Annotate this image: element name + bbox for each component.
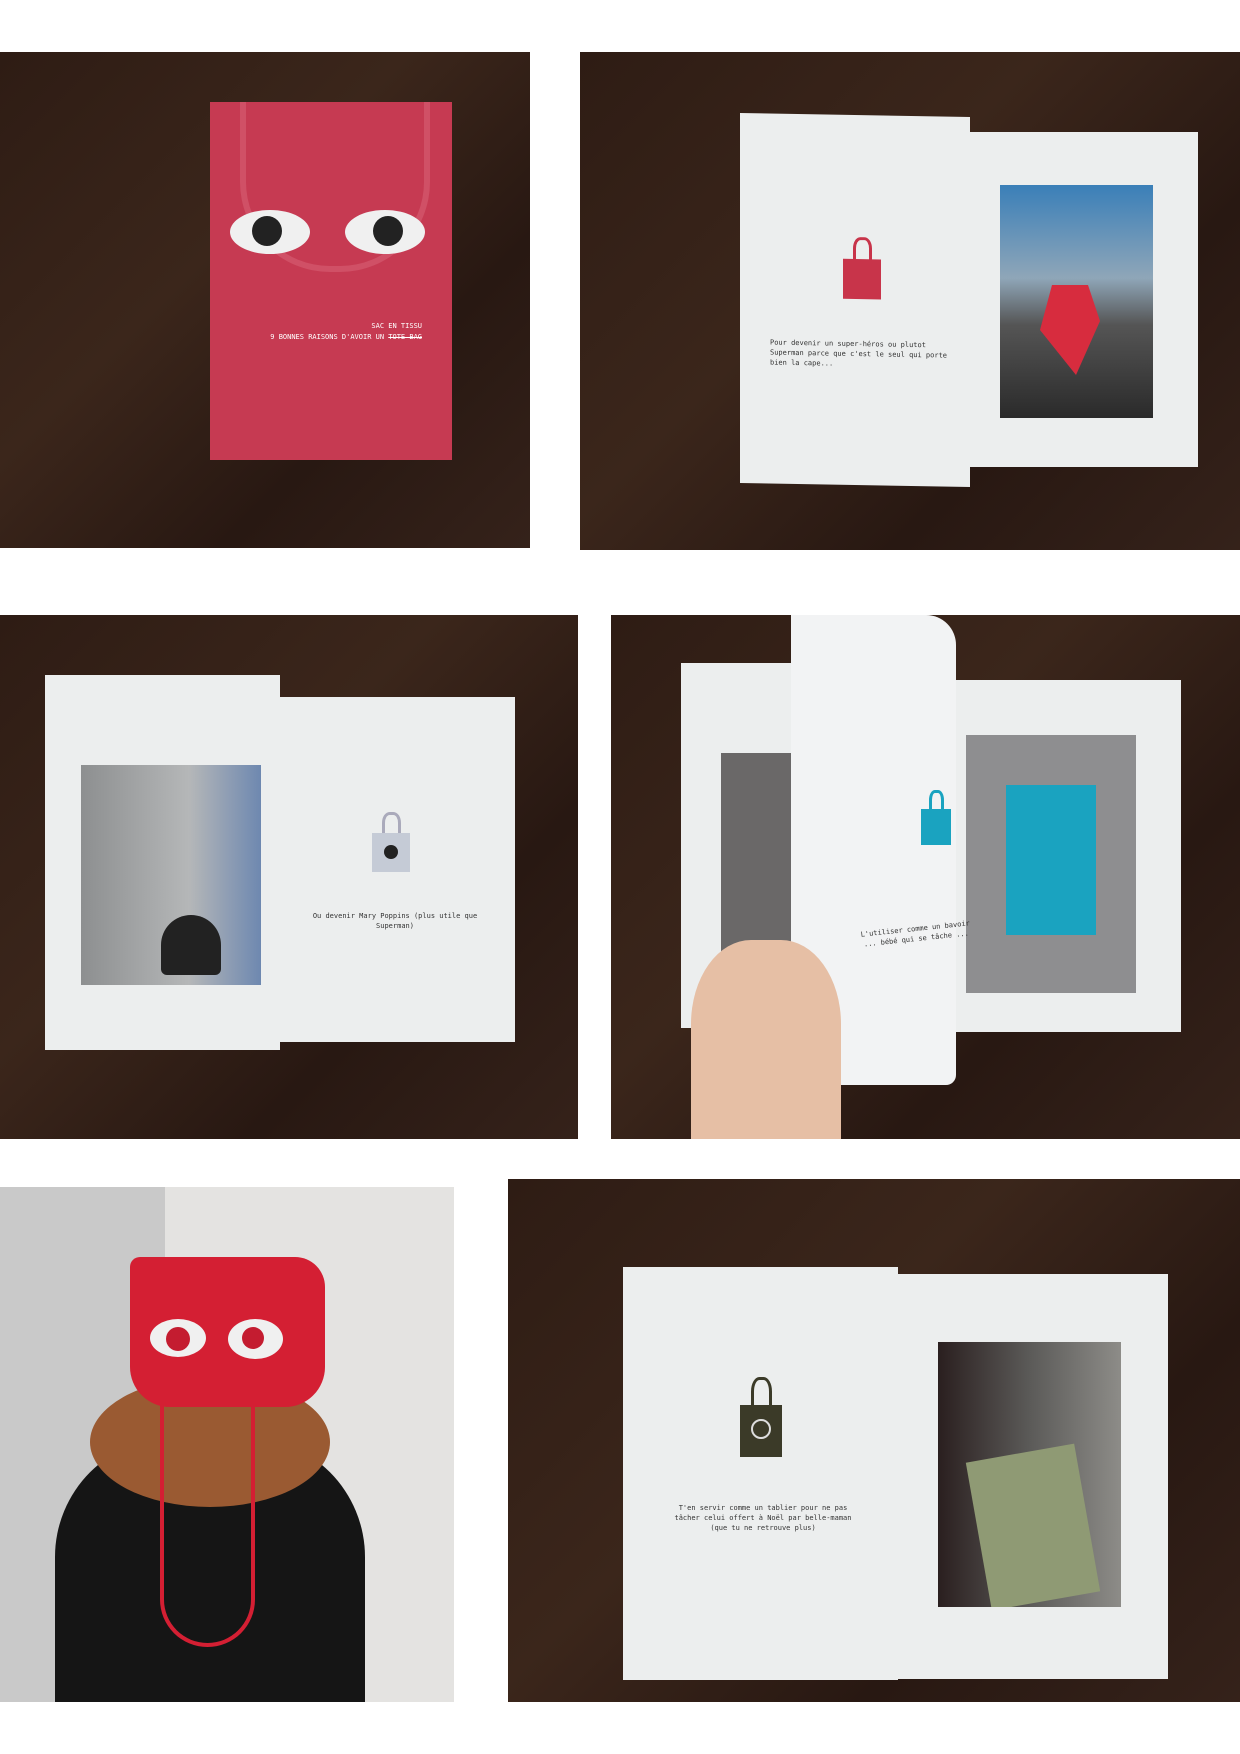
red-bag-icon xyxy=(843,236,881,300)
photo-bag-on-head xyxy=(0,1187,454,1702)
blue-bag-icon xyxy=(921,790,951,845)
photo-spread-bavoir: L'utiliser comme un bavoir ... bébé qui … xyxy=(611,615,1240,1139)
photo-cover: SAC EN TISSU 9 BONNES RAISONS D'AVOIR UN… xyxy=(0,52,530,548)
bag-straps xyxy=(160,1397,255,1647)
photo-blue-bag xyxy=(966,735,1136,993)
photo-superman xyxy=(1000,185,1153,418)
photo-olive-bag xyxy=(938,1342,1121,1607)
grey-bag-icon xyxy=(372,812,410,872)
eye-right xyxy=(345,210,425,254)
hand xyxy=(691,940,841,1139)
eye-right xyxy=(228,1319,283,1359)
photo-spread-mary-poppins: Ou devenir Mary Poppins (plus utile que … xyxy=(0,615,578,1139)
caption: Ou devenir Mary Poppins (plus utile que … xyxy=(312,912,478,930)
right-page xyxy=(970,132,1198,467)
right-page xyxy=(898,1274,1168,1679)
right-page xyxy=(951,680,1181,1032)
caption: Pour devenir un super-héros ou plutot Su… xyxy=(770,338,948,368)
cover-title-1: SAC EN TISSU xyxy=(371,322,422,330)
eye-left xyxy=(230,210,310,254)
booklet-cover: SAC EN TISSU 9 BONNES RAISONS D'AVOIR UN… xyxy=(210,102,452,460)
right-page: Ou devenir Mary Poppins (plus utile que … xyxy=(280,697,515,1042)
photo-spread-tablier: T'en servir comme un tablier pour ne pas… xyxy=(508,1179,1240,1702)
cover-title-2: 9 BONNES RAISONS D'AVOIR UN TOTE BAG xyxy=(270,333,422,341)
caption: T'en servir comme un tablier pour ne pas… xyxy=(674,1504,852,1532)
left-page: Pour devenir un super-héros ou plutot Su… xyxy=(740,112,970,488)
photo-spread-superman: Pour devenir un super-héros ou plutot Su… xyxy=(580,52,1240,550)
olive-bag-icon xyxy=(740,1377,782,1457)
left-page xyxy=(45,675,280,1050)
photo-mary-poppins xyxy=(81,765,261,985)
left-page: T'en servir comme un tablier pour ne pas… xyxy=(623,1267,898,1680)
eye-left xyxy=(148,1317,208,1359)
